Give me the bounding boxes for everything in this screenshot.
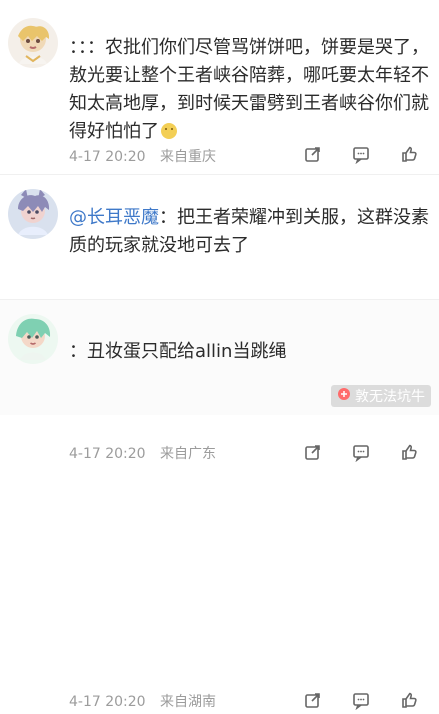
comment-card-2: @长耳恶魔：把王者荣耀冲到关服，这群没素质的玩家就没地可去了 4-17 20:2… [0,175,439,463]
mention-link[interactable]: @长耳恶魔 [69,207,159,228]
avatar[interactable] [8,189,58,239]
forward-icon[interactable] [303,442,323,462]
comment-time: 4-17 20:20 [69,694,146,710]
comment-icon[interactable] [351,690,371,711]
comment-text: ：：：农批们你们尽管骂饼饼吧，饼要是哭了，敖光要让整个王者峡谷陪葬，哪吒要太年轻… [69,34,429,146]
comment-location: 来自湖南 [160,694,217,710]
comment-actions [303,690,419,711]
comment-time: 4-17 20:20 [69,446,146,462]
comment-card-1: ：：：农批们你们尽管骂饼饼吧，饼要是哭了，敖光要让整个王者峡谷陪葬，哪吒要太年轻… [0,0,439,174]
comment-icon[interactable] [351,144,371,165]
smile-emoji-icon [161,123,177,139]
comment-meta: 4-17 20:20 来自广东 [69,443,216,463]
comment-icon[interactable] [351,442,371,463]
forward-icon[interactable] [303,690,323,710]
comment-time: 4-17 20:20 [69,149,146,165]
comment-text: ：丑妆蛋只配给allin当跳绳 [69,338,429,366]
comment-actions [303,442,419,463]
like-icon[interactable] [399,144,419,164]
watermark-logo-icon [337,387,351,405]
like-icon[interactable] [399,690,419,710]
avatar[interactable] [8,18,58,68]
comment-meta: 4-17 20:20 来自湖南 [69,691,216,711]
forward-icon[interactable] [303,144,323,164]
comment-location: 来自重庆 [160,149,217,165]
like-icon[interactable] [399,442,419,462]
avatar[interactable] [8,314,58,364]
comment-text-body: ：：：农批们你们尽管骂饼饼吧，饼要是哭了，敖光要让整个王者峡谷陪葬，哪吒要太年轻… [69,37,429,142]
comment-meta: 4-17 20:20 来自重庆 [69,146,216,166]
comment-actions [303,144,419,165]
comment-location: 来自广东 [160,446,217,462]
watermark-text: 敦无法坑牛 [355,389,425,405]
watermark: 敦无法坑牛 [331,385,431,407]
comment-text-body: ：丑妆蛋只配给allin当跳绳 [69,341,287,362]
comment-text: @长耳恶魔：把王者荣耀冲到关服，这群没素质的玩家就没地可去了 [69,204,429,260]
